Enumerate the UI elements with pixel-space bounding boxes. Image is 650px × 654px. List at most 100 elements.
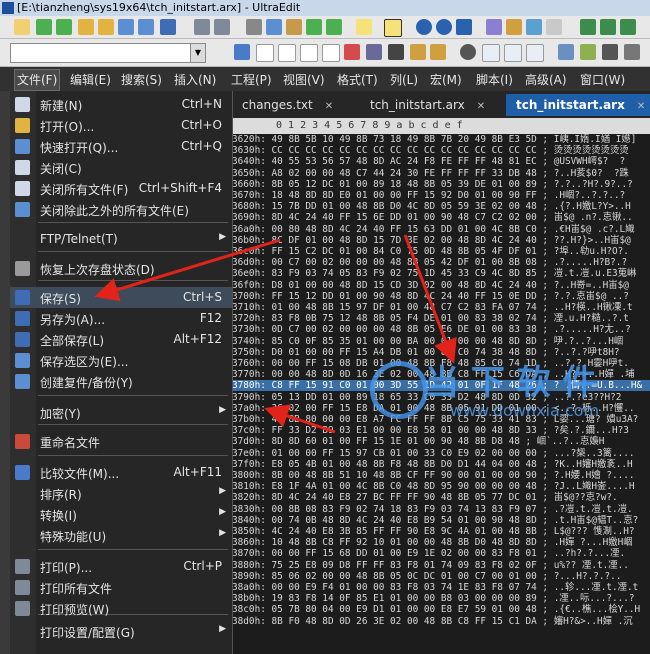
paste-icon[interactable] [286,19,302,35]
column-mode-icon[interactable] [356,19,372,35]
menu-item-save-as[interactable]: 另存为(A)... F12 [10,308,232,329]
menu-item-print-all[interactable]: 打印所有文件 [10,577,232,598]
tab-initstart[interactable]: tch_initstart.arx ✕ [360,94,510,116]
menu-project[interactable]: 工程(P) [231,71,272,88]
hex-row[interactable]: 3830h: 00 8B 08 83 F9 02 74 18 83 F9 03 … [232,504,633,515]
hex-row[interactable]: 37e0h: 01 00 00 FF 15 97 CB 01 00 33 C0 … [232,448,635,459]
hex-row[interactable]: 3710h: 01 00 48 8B 15 97 DF 01 00 48 C7 … [232,302,633,313]
open-folder-icon[interactable] [98,19,114,35]
tool-icon[interactable] [430,44,446,60]
menu-item-sort[interactable]: 排序(R) ▶ [10,483,232,504]
menu-item-save-selection[interactable]: 保存选区为(E)... [10,350,232,371]
hex-row[interactable]: 3730h: 0D C7 00 02 00 00 00 48 8B 05 E6 … [232,324,631,335]
close-icon[interactable]: ✕ [477,101,485,112]
brush-icon[interactable] [460,44,476,60]
menu-file[interactable]: 文件(F) [14,69,61,91]
folder-icon[interactable] [118,19,134,35]
close-icon[interactable]: ✕ [325,101,333,112]
hex-row[interactable]: 3800h: 8B 00 48 8B 51 10 48 8B CF FF 90 … [232,470,635,481]
menu-item-print-preview[interactable]: 打印预览(W) [10,598,232,619]
document-icon[interactable] [482,44,500,62]
menu-macro[interactable]: 宏(M) [430,71,462,88]
hex-mode-icon[interactable] [384,19,402,37]
find-in-files-icon[interactable] [456,19,472,35]
hex-row[interactable]: 38d0h: 8B F0 48 8D 0D 26 3E 02 00 48 8B … [232,616,633,627]
hex-row[interactable]: 3740h: 85 C0 0F 85 35 01 00 00 BA 00 01 … [232,336,623,347]
menu-item-ftp-telnet[interactable]: FTP/Telnet(T) ▶ [10,229,232,250]
tool-icon[interactable] [546,19,562,35]
menu-item-encrypt[interactable]: 加密(Y) ▶ [10,402,232,423]
new-file-icon[interactable] [14,19,30,35]
hex-row[interactable]: 3840h: 00 74 0B 48 8D 4C 24 40 E8 B9 54 … [232,515,638,526]
search-combo-input[interactable] [10,43,202,63]
hex-row[interactable]: 37d0h: 8D 8D 60 01 00 FF 15 1E 01 00 90 … [232,436,604,447]
hex-row[interactable]: 3860h: 10 48 8B C8 FF 92 10 01 00 00 48 … [232,537,633,548]
bookmark-icon[interactable] [486,19,502,35]
menu-window[interactable]: 窗口(W) [580,71,625,88]
menu-view[interactable]: 视图(V) [283,71,325,88]
hex-row[interactable]: 3630h: CC CC CC CC CC CC CC CC CC CC CC … [232,145,629,156]
menu-column[interactable]: 列(L) [390,71,418,88]
menu-insert[interactable]: 插入(N) [174,71,216,88]
menu-item-quick-open[interactable]: 快速打开(Q)... Ctrl+Q [10,136,232,157]
tree-icon[interactable] [620,19,636,35]
menu-item-compare-files[interactable]: 比较文件(M)... Alt+F11 [10,462,232,483]
hex-row[interactable]: 3870h: 00 00 FF 15 68 DD 01 00 E9 1E 02 … [232,548,625,559]
copy-icon[interactable] [266,19,282,35]
menu-item-print[interactable]: 打印(P)... Ctrl+P [10,556,232,577]
hex-row[interactable]: 3660h: 8B 05 12 DC 01 00 89 18 48 8B 05 … [232,179,633,190]
pencil-icon[interactable] [580,44,596,60]
save-icon[interactable] [160,19,176,35]
menu-item-close-all[interactable]: 关闭所有文件(F) Ctrl+Shift+F4 [10,178,232,199]
php-icon[interactable] [366,44,382,60]
tab-changes[interactable]: changes.txt ✕ [232,94,338,116]
macro-icon[interactable] [506,19,522,35]
hex-row[interactable]: 3890h: 85 06 02 00 00 48 8B 05 0C DC 01 … [232,571,621,582]
hex-row[interactable]: 3850h: 4C 24 40 E8 3B 85 FF FF 90 E8 9C … [232,526,635,537]
menu-item-close[interactable]: 关闭(C) [10,157,232,178]
hex-row[interactable]: 3810h: E8 1F 4A 01 00 4C 8B C0 48 8D 95 … [232,481,635,492]
hex-row[interactable]: 3620h: 49 8B 5B 10 49 8B 73 18 49 8B 7B … [232,134,636,145]
menu-script[interactable]: 脚本(I) [476,71,513,88]
wikipedia-icon[interactable] [278,44,296,62]
web-icon[interactable] [344,44,360,60]
menu-item-save[interactable]: 保存(S) Ctrl+S [10,287,232,308]
back-icon[interactable] [36,19,52,35]
settings-icon[interactable] [602,44,618,60]
hex-row[interactable]: 3880h: 75 25 E8 09 D8 FF FF 83 F8 01 74 … [232,560,629,571]
find-icon[interactable] [416,19,432,35]
menu-item-print-setup[interactable]: 打印设置/配置(G) ▶ [10,621,232,642]
menu-search[interactable]: 搜索(S) [121,71,162,88]
hex-row[interactable]: 38a0h: 00 00 E9 F4 01 00 00 83 F8 03 74 … [232,582,638,593]
document-icon[interactable] [526,44,544,62]
menu-format[interactable]: 格式(T) [337,71,378,88]
replace-icon[interactable] [436,19,452,35]
close-icon[interactable]: ✕ [637,101,645,112]
print-icon[interactable] [194,19,210,35]
tool-icon[interactable] [410,44,426,60]
tab-initstart-active[interactable]: tch_initstart.arx ✕ [506,94,650,116]
hex-row[interactable]: 3700h: FF 15 12 DD 01 00 90 48 8D 4C 24 … [232,291,629,302]
cut-icon[interactable] [246,19,262,35]
hex-row[interactable]: 38c0h: 05 7B 80 04 00 E9 D1 01 00 00 E8 … [232,604,640,615]
folder-icon[interactable] [138,19,154,35]
menu-item-open-file[interactable]: 打开(O)... Ctrl+O [10,115,232,136]
menu-advanced[interactable]: 高级(A) [525,71,567,88]
grid-icon[interactable] [624,44,640,60]
menu-edit[interactable]: 编辑(E) [70,71,111,88]
tool-icon[interactable] [526,19,542,35]
document-icon[interactable] [504,44,522,62]
redo-icon[interactable] [326,19,342,35]
print-preview-icon[interactable] [214,19,230,35]
table-icon[interactable] [558,44,574,60]
menu-item-save-all[interactable]: 全部保存(L) Alt+F12 [10,329,232,350]
hex-row[interactable]: 36b0h: 8C DF 01 00 48 8D 15 7D 3E 02 00 … [232,235,631,246]
tree-icon[interactable] [580,19,596,35]
open-folder-icon[interactable] [78,19,94,35]
menu-item-special-functions[interactable]: 特殊功能(U) ▶ [10,525,232,546]
menu-item-revert[interactable]: 恢复上次存盘状态(D) [10,258,232,279]
hex-row[interactable]: 3720h: 83 F8 0B 75 12 48 8B 05 F4 DE 01 … [232,313,629,324]
menu-item-rename-file[interactable]: 重命名文件 [10,431,232,452]
hex-row[interactable]: 38b0h: 19 83 F8 14 0F 85 E1 01 00 00 B8 … [232,593,635,604]
hex-row[interactable]: 3680h: 15 7B DD 01 00 48 8B D0 4C 8D 05 … [232,201,631,212]
